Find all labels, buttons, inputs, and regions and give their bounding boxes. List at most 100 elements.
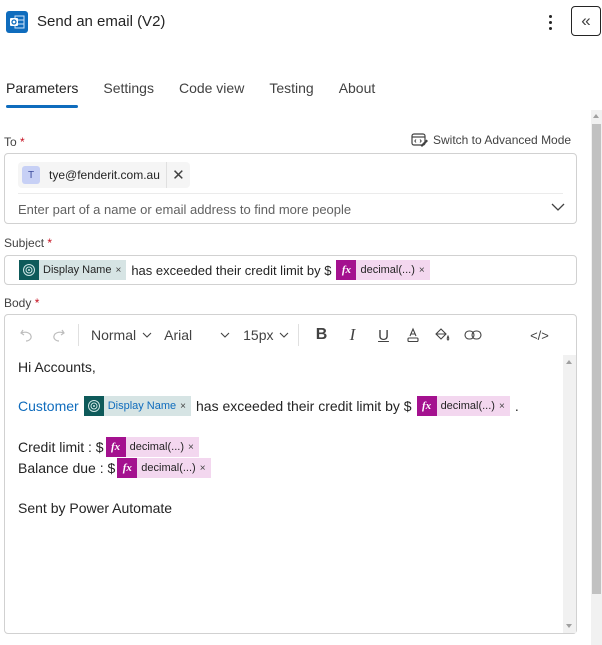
more-dot (548, 20, 552, 24)
expression-token[interactable]: fx decimal(...) × (336, 260, 430, 280)
more-vertical-icon (548, 14, 552, 18)
toolbar-divider (78, 324, 79, 346)
insert-link-button[interactable] (463, 329, 483, 341)
bold-button[interactable]: B (311, 326, 331, 344)
chevron-down-icon (142, 332, 152, 338)
chevron-down-icon[interactable] (551, 200, 565, 214)
collapse-panel-button[interactable]: « (571, 6, 601, 36)
to-people-search-input[interactable] (18, 202, 538, 217)
body-label: Body * (4, 296, 39, 310)
scroll-up-arrow-icon[interactable] (566, 360, 572, 364)
font-color-icon (407, 327, 420, 343)
redo-button[interactable] (48, 327, 68, 343)
recipient-email: tye@fenderit.com.au (49, 168, 160, 182)
body-editor: Normal Arial 15px B I U </> Hi Accounts,… (4, 314, 577, 634)
highlight-color-button[interactable] (433, 327, 453, 343)
dynamic-content-token[interactable]: Display Name × (83, 396, 191, 416)
remove-token-icon[interactable]: × (188, 442, 199, 453)
scrollbar-thumb[interactable] (592, 124, 601, 594)
recipient-chip[interactable]: T tye@fenderit.com.au ✕ (18, 162, 190, 188)
editor-line: Credit limit : $ fx decimal(...) × (18, 437, 199, 457)
remove-recipient-button[interactable]: ✕ (165, 162, 190, 188)
undo-icon (20, 329, 32, 342)
switch-advanced-mode-label: Switch to Advanced Mode (433, 133, 572, 147)
underline-icon: U (378, 326, 389, 344)
period-text: . (514, 398, 519, 414)
font-family-value: Arial (164, 327, 193, 343)
dynamic-content-token[interactable]: Display Name × (19, 260, 127, 280)
more-options-button[interactable] (542, 11, 558, 33)
code-icon: </> (530, 327, 549, 343)
to-label: To * (4, 135, 25, 149)
remove-token-icon[interactable]: × (115, 265, 126, 276)
tab-about[interactable]: About (339, 78, 376, 110)
double-chevron-left-icon: « (581, 11, 591, 30)
required-marker: * (34, 296, 40, 310)
italic-icon: I (349, 325, 356, 344)
more-dot (548, 26, 552, 30)
font-size-dropdown[interactable]: 15px (243, 327, 289, 343)
paint-bucket-icon (435, 328, 450, 341)
tab-testing[interactable]: Testing (269, 78, 313, 110)
body-text: has exceeded their credit limit by $ (196, 398, 412, 414)
token-label: decimal(...) (440, 400, 495, 412)
editor-line: Balance due : $ fx decimal(...) × (18, 458, 211, 478)
action-title: Send an email (V2) (37, 13, 166, 30)
redo-icon (53, 329, 65, 342)
greeting-text: Hi Accounts, (18, 359, 96, 375)
scroll-up-arrow-icon[interactable] (593, 114, 599, 118)
undo-button[interactable] (17, 327, 37, 343)
html-view-button[interactable]: </> (527, 328, 551, 343)
credit-limit-label: Credit limit : $ (18, 439, 104, 455)
to-field: T tye@fenderit.com.au ✕ (4, 153, 577, 224)
body-content-area[interactable]: Hi Accounts, Customer Display Name × has… (5, 355, 563, 633)
tab-settings[interactable]: Settings (103, 78, 154, 110)
token-label: decimal(...) (360, 264, 415, 276)
font-color-button[interactable] (403, 327, 423, 343)
fx-icon: fx (336, 260, 357, 280)
editor-line: Customer Display Name × has exceeded the… (18, 396, 524, 416)
subject-text: has exceeded their credit limit by $ (131, 262, 332, 278)
underline-button[interactable]: U (373, 327, 393, 344)
fx-icon: fx (105, 437, 126, 457)
panel-header: Send an email (V2) « (0, 0, 602, 46)
body-label-text: Body (4, 296, 32, 310)
italic-button[interactable]: I (342, 325, 362, 345)
dataverse-icon (83, 396, 104, 416)
required-marker: * (20, 135, 25, 149)
token-label: Display Name (43, 264, 112, 276)
tab-list: Parameters Settings Code view Testing Ab… (0, 78, 400, 110)
remove-token-icon[interactable]: × (419, 265, 430, 276)
remove-token-icon[interactable]: × (499, 401, 510, 412)
close-icon: ✕ (172, 167, 185, 184)
expression-token[interactable]: fx decimal(...) × (117, 458, 211, 478)
expression-token[interactable]: fx decimal(...) × (416, 396, 510, 416)
switch-advanced-mode-button[interactable]: Switch to Advanced Mode (411, 132, 571, 148)
dataverse-icon (19, 260, 39, 280)
fx-icon: fx (117, 458, 138, 478)
bold-icon: B (315, 326, 328, 343)
token-label: decimal(...) (129, 441, 184, 453)
block-format-dropdown[interactable]: Normal (91, 327, 152, 343)
tab-parameters[interactable]: Parameters (6, 78, 79, 110)
font-family-dropdown[interactable]: Arial (164, 327, 230, 343)
font-size-value: 15px (243, 327, 274, 343)
panel-scrollbar[interactable] (591, 110, 602, 645)
scroll-down-arrow-icon[interactable] (566, 624, 572, 628)
remove-token-icon[interactable]: × (180, 401, 191, 412)
required-marker: * (47, 236, 53, 250)
remove-token-icon[interactable]: × (200, 463, 211, 474)
customer-text: Customer (18, 398, 79, 414)
outlook-icon (6, 11, 28, 33)
subject-label: Subject * (4, 236, 52, 250)
divider (18, 193, 563, 194)
subject-input[interactable]: Display Name × has exceeded their credit… (4, 255, 577, 285)
tab-code-view[interactable]: Code view (179, 78, 244, 110)
expression-token[interactable]: fx decimal(...) × (105, 437, 199, 457)
link-icon (464, 330, 483, 340)
block-format-value: Normal (91, 327, 137, 343)
editor-scrollbar[interactable] (563, 355, 576, 633)
token-label: decimal(...) (141, 462, 196, 474)
chevron-down-icon (280, 332, 289, 338)
balance-due-label: Balance due : $ (18, 460, 116, 476)
